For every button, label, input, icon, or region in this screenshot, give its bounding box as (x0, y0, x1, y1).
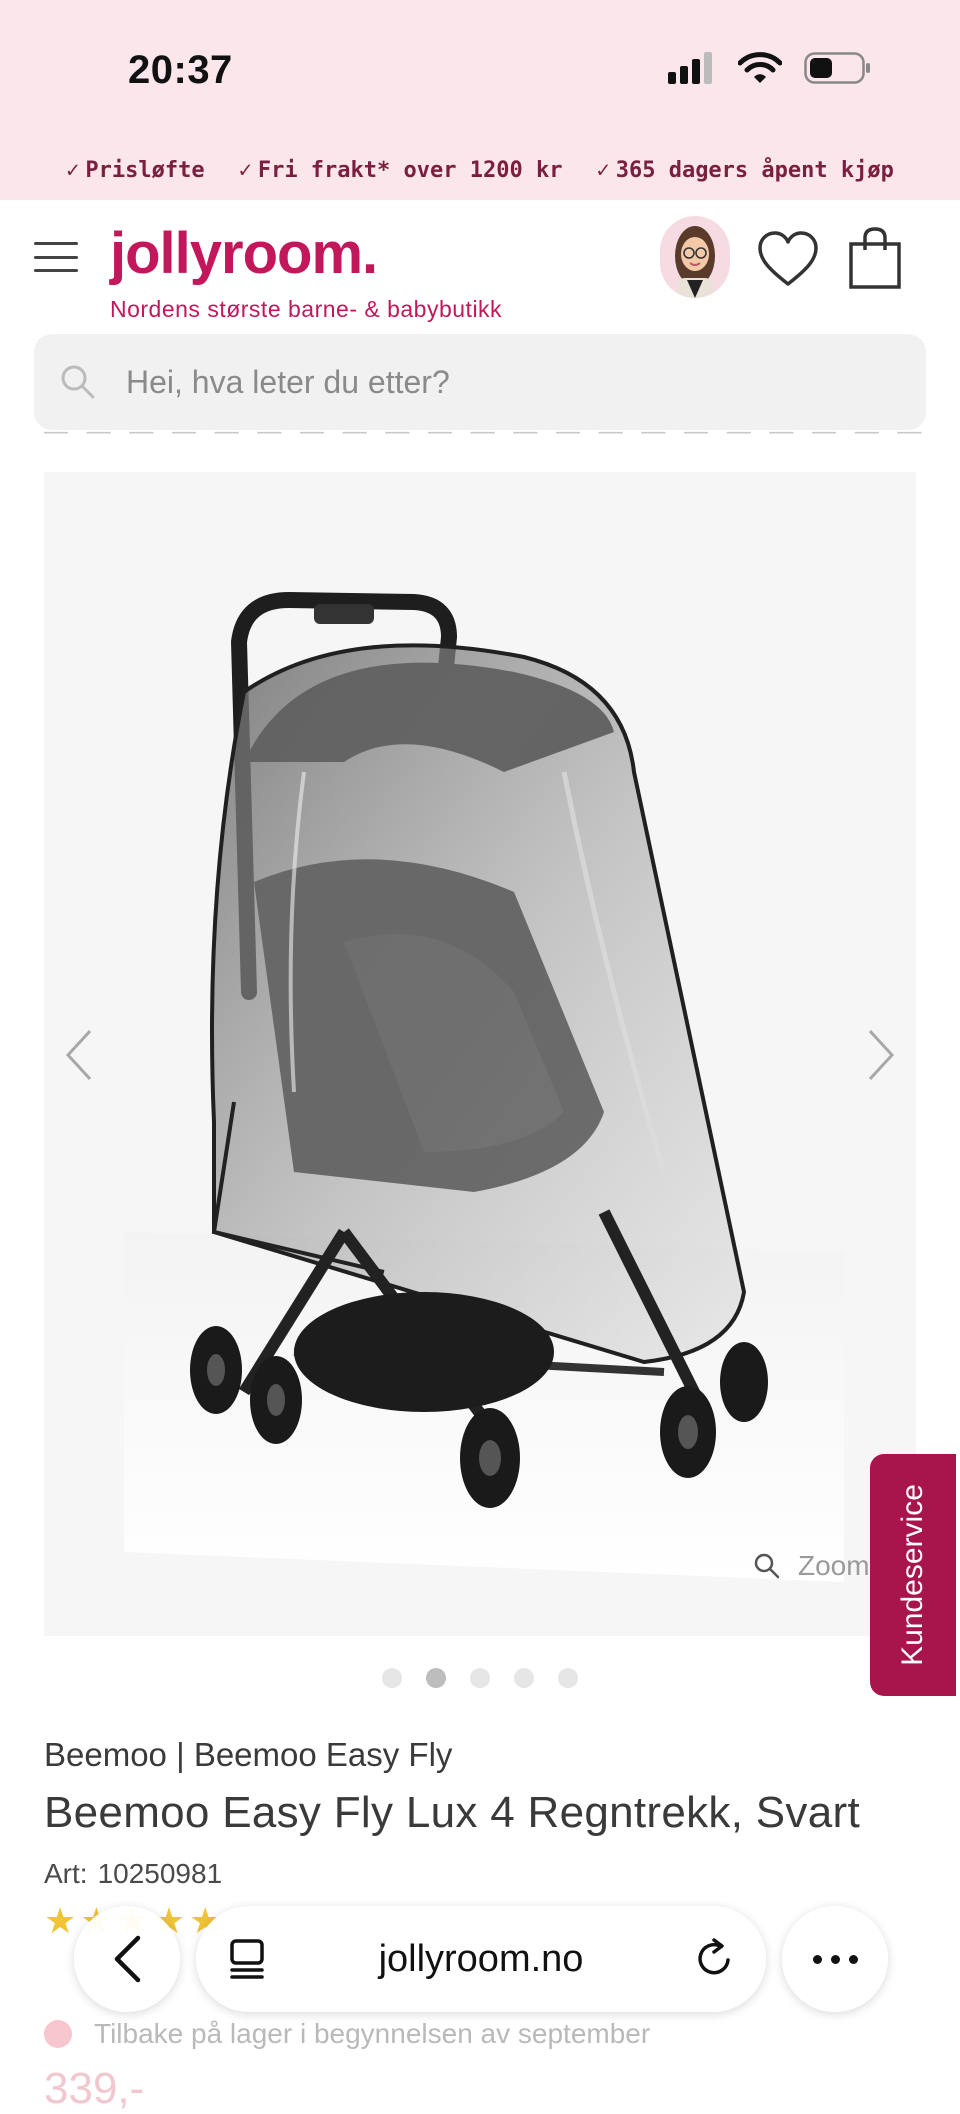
menu-icon[interactable] (34, 242, 78, 272)
breadcrumb: — — — — — — — — — — — — — — — — — — — — … (44, 430, 928, 452)
gallery-dot[interactable] (514, 1668, 534, 1688)
dot-icon (830, 1954, 840, 1964)
logo[interactable]: jollyroom. (110, 220, 378, 287)
magnifier-icon (754, 1553, 780, 1579)
wishlist-heart-icon[interactable] (756, 230, 820, 293)
customer-service-label: Kundeservice (896, 1484, 929, 1666)
search-icon (61, 365, 95, 399)
article-label: Art: (44, 1858, 88, 1889)
stock-status-dot-icon (44, 2020, 72, 2048)
status-bar: 20:37 (0, 0, 960, 140)
product-price: 339,- (44, 2064, 145, 2113)
dot-icon (848, 1954, 858, 1964)
product-brand-line[interactable]: Beemoo | Beemoo Easy Fly (44, 1736, 452, 1774)
more-options-button[interactable] (782, 1906, 888, 2012)
stock-status: Tilbake på lager i begynnelsen av septem… (44, 2018, 650, 2050)
zoom-button[interactable]: Zoom (754, 1550, 870, 1582)
url-text: jollyroom.no (378, 1938, 584, 1980)
gallery-dot[interactable] (470, 1668, 490, 1688)
chevron-left-icon (114, 1935, 141, 1983)
avatar-illustration (675, 226, 715, 298)
tagline: Nordens største barne- & babybutikk (110, 296, 503, 322)
previous-image-arrow-icon[interactable] (64, 1028, 94, 1082)
article-number: Art: 10250981 (44, 1858, 222, 1890)
shopping-bag-icon[interactable] (848, 226, 902, 295)
status-time: 20:37 (128, 48, 233, 92)
usp-label: Prisløfte (85, 157, 205, 183)
usp-bar: ✓ Prisløfte ✓ Fri frakt* over 1200 kr ✓ … (0, 140, 960, 200)
check-icon: ✓ (238, 157, 252, 183)
back-button[interactable] (74, 1906, 180, 2012)
usp-item: ✓ 365 dagers åpent kjøp (596, 158, 893, 183)
battery-icon (804, 52, 870, 84)
article-value: 10250981 (97, 1858, 223, 1889)
search-input[interactable] (126, 334, 886, 430)
search-box[interactable] (34, 334, 926, 430)
address-bar[interactable]: jollyroom.no (196, 1906, 766, 2012)
dot-icon (812, 1954, 822, 1964)
usp-item: ✓ Prisløfte (66, 158, 204, 183)
stock-status-text: Tilbake på lager i begynnelsen av septem… (94, 2018, 651, 2049)
product-image (44, 472, 916, 1636)
usp-label: Fri frakt* over 1200 kr (257, 157, 563, 183)
next-image-arrow-icon[interactable] (866, 1028, 896, 1082)
browser-toolbar: jollyroom.no (0, 1900, 960, 2020)
gallery-pagination (0, 1668, 960, 1688)
status-icons (668, 52, 872, 84)
check-icon: ✓ (66, 157, 80, 183)
gallery-dot[interactable] (382, 1668, 402, 1688)
product-image-gallery[interactable]: Zoom (44, 472, 916, 1636)
gallery-dot-active[interactable] (426, 1668, 446, 1688)
check-icon: ✓ (596, 157, 610, 183)
reload-icon[interactable] (692, 1936, 736, 1980)
usp-item: ✓ Fri frakt* over 1200 kr (239, 158, 563, 183)
cellular-signal-icon (668, 52, 712, 84)
product-title: Beemoo Easy Fly Lux 4 Regntrekk, Svart (44, 1788, 860, 1837)
zoom-label: Zoom (798, 1550, 870, 1581)
avatar[interactable] (660, 216, 730, 298)
gallery-dot[interactable] (558, 1668, 578, 1688)
wifi-icon (738, 52, 782, 83)
site-header: jollyroom. Nordens største barne- & baby… (0, 200, 960, 330)
customer-service-tab[interactable]: Kundeservice (870, 1454, 956, 1696)
usp-label: 365 dagers åpent kjøp (615, 157, 894, 183)
